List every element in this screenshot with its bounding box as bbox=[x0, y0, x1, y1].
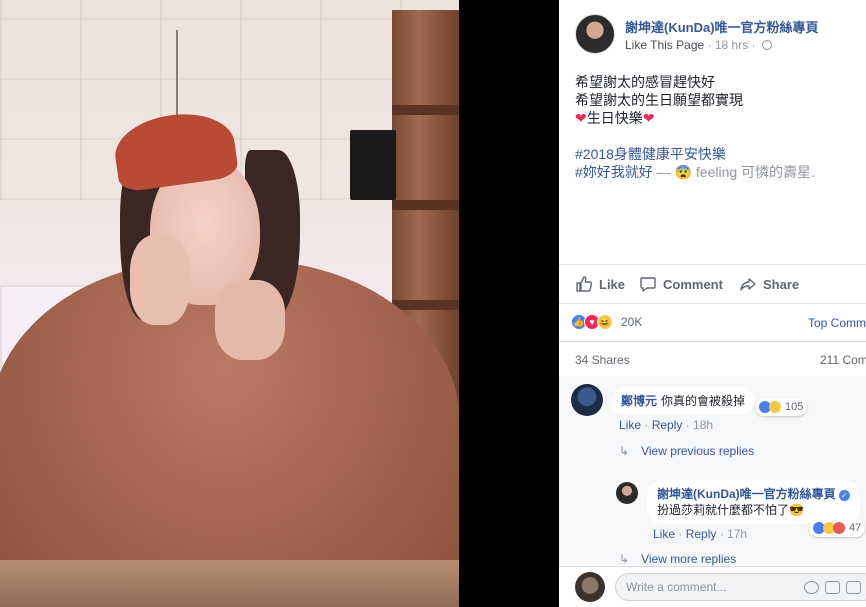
comment-author[interactable]: 鄭博元 bbox=[621, 394, 657, 408]
hashtag-link[interactable]: #妳好我就好 bbox=[575, 164, 653, 180]
comment-actions: Like · Reply · 18h bbox=[619, 418, 714, 432]
view-more-replies-link[interactable]: ↳ View more replies bbox=[619, 552, 736, 566]
reply-time[interactable]: 17h bbox=[727, 527, 747, 541]
page-avatar[interactable] bbox=[575, 14, 615, 54]
page-name-link[interactable]: 謝坤達(KunDa)唯一官方粉絲專頁 bbox=[625, 17, 819, 36]
comment-reply-link[interactable]: Reply bbox=[652, 418, 683, 432]
view-previous-replies-link[interactable]: ↳ View previous replies bbox=[619, 444, 754, 458]
theater-background bbox=[459, 0, 559, 607]
share-icon bbox=[740, 278, 756, 291]
feeling-emoji: 😨 bbox=[674, 164, 693, 180]
comment-icon bbox=[640, 277, 656, 292]
photo-speaker bbox=[350, 130, 396, 200]
post-line: ❤生日快樂❤ bbox=[575, 109, 855, 127]
globe-icon[interactable] bbox=[761, 40, 772, 50]
post-time[interactable]: · 18 hrs · bbox=[704, 38, 759, 52]
comment-time[interactable]: 18h bbox=[693, 418, 713, 432]
comment-like-link[interactable]: Like bbox=[619, 418, 641, 432]
comment-label: Comment bbox=[663, 276, 723, 292]
reply-avatar[interactable] bbox=[616, 482, 638, 504]
reply-actions: Like · Reply · 17h bbox=[653, 527, 748, 541]
post-meta: Like This Page · 18 hrs · bbox=[625, 38, 772, 52]
composer-tools bbox=[804, 581, 861, 594]
viewer-avatar bbox=[575, 572, 605, 602]
share-label: Share bbox=[763, 276, 800, 292]
shelf-board bbox=[392, 300, 459, 310]
reply-reply-link[interactable]: Reply bbox=[686, 527, 717, 541]
divider bbox=[559, 264, 866, 265]
comment-composer: Write a comment... bbox=[559, 566, 866, 607]
photo-hand bbox=[130, 235, 190, 325]
reply-author[interactable]: 謝坤達(KunDa)唯一官方粉絲專頁 bbox=[657, 487, 836, 501]
comment-reaction-count: 105 bbox=[785, 401, 804, 413]
gif-icon[interactable] bbox=[846, 581, 861, 594]
photo-theater: 謝坤達(KunDa)唯一官方粉絲專頁 Like This Page · 18 h… bbox=[0, 0, 866, 607]
post-sidebar: 謝坤達(KunDa)唯一官方粉絲專頁 Like This Page · 18 h… bbox=[559, 0, 866, 607]
camera-icon[interactable] bbox=[825, 581, 840, 594]
reply-like-link[interactable]: Like bbox=[653, 527, 675, 541]
haha-reaction-icon: 😆 bbox=[597, 314, 613, 330]
divider bbox=[559, 341, 866, 342]
feeling-dash: — bbox=[652, 164, 675, 180]
reply-reaction-count: 47 bbox=[849, 522, 862, 534]
heart-emoji: ❤ bbox=[575, 110, 587, 126]
reply-arrow-icon: ↳ bbox=[619, 444, 630, 458]
comment-bubble: 鄭博元 你真的會被殺掉 bbox=[611, 387, 756, 415]
emoji-icon[interactable] bbox=[804, 581, 819, 594]
shares-count[interactable]: 34 Shares bbox=[575, 353, 630, 367]
photo-table bbox=[0, 560, 459, 607]
post-line-text: 生日快樂 bbox=[586, 110, 643, 126]
comment-text: 你真的會被殺掉 bbox=[661, 394, 746, 408]
comments-section: 鄭博元 你真的會被殺掉 105 Like · Reply · 18h ↳ View … bbox=[559, 376, 866, 566]
reaction-count[interactable]: 20K bbox=[621, 315, 642, 329]
reactions-summary[interactable]: 👍 ♥ 😆 20K Top Comm bbox=[571, 313, 866, 333]
shelf-board bbox=[392, 105, 459, 115]
reaction-icons: 👍 ♥ 😆 bbox=[571, 314, 613, 330]
comment-button[interactable]: Comment bbox=[639, 270, 723, 298]
reply-arrow-icon: ↳ bbox=[619, 552, 630, 566]
heart-emoji: ❤ bbox=[642, 110, 655, 126]
action-bar: Like Comment Share bbox=[575, 270, 866, 298]
feeling-text: feeling 可憐的壽星. bbox=[692, 164, 815, 180]
view-more-label: View more replies bbox=[641, 552, 737, 566]
post-line: 希望謝太的生日願望都實現 bbox=[575, 92, 743, 108]
comments-count[interactable]: 211 Com bbox=[820, 353, 866, 367]
hashtag-link[interactable]: #2018身體健康平安快樂 bbox=[575, 145, 855, 163]
post-text: 希望謝太的感冒趕快好 希望謝太的生日願望都實現 ❤生日快樂❤ #2018身體健康… bbox=[575, 73, 855, 181]
like-page-link[interactable]: Like This Page bbox=[625, 38, 704, 52]
reply-bubble: 謝坤達(KunDa)唯一官方粉絲專頁 ✓ 扮過莎莉就什麼都不怕了😎 bbox=[647, 480, 860, 524]
commenter-avatar[interactable] bbox=[571, 384, 603, 416]
divider bbox=[559, 303, 866, 304]
verified-badge-icon: ✓ bbox=[838, 490, 850, 501]
post-line: #妳好我就好 — 😨 feeling 可憐的壽星. bbox=[575, 163, 855, 181]
paragraph-break bbox=[575, 127, 855, 145]
shelf-board bbox=[392, 200, 459, 210]
haha-reaction-icon bbox=[769, 401, 781, 413]
thumbs-up-icon bbox=[576, 276, 593, 292]
reply-text: 扮過莎莉就什麼都不怕了😎 bbox=[657, 503, 804, 517]
comment-reactions[interactable]: 105 bbox=[755, 398, 808, 416]
top-comments-dropdown[interactable]: Top Comm bbox=[808, 316, 866, 330]
like-label: Like bbox=[599, 276, 626, 292]
reply-reactions[interactable]: 47 bbox=[809, 519, 866, 537]
share-button[interactable]: Share bbox=[739, 270, 799, 298]
view-previous-label: View previous replies bbox=[641, 444, 755, 458]
post-header: 謝坤達(KunDa)唯一官方粉絲專頁 Like This Page · 18 h… bbox=[575, 14, 866, 58]
post-photo[interactable] bbox=[0, 0, 459, 607]
shares-row: 34 Shares 211 Com bbox=[575, 353, 866, 369]
photo-hand bbox=[215, 280, 285, 360]
angry-reaction-icon bbox=[833, 522, 845, 534]
post-line: 希望謝太的感冒趕快好 bbox=[575, 74, 715, 90]
like-button[interactable]: Like bbox=[575, 270, 625, 298]
